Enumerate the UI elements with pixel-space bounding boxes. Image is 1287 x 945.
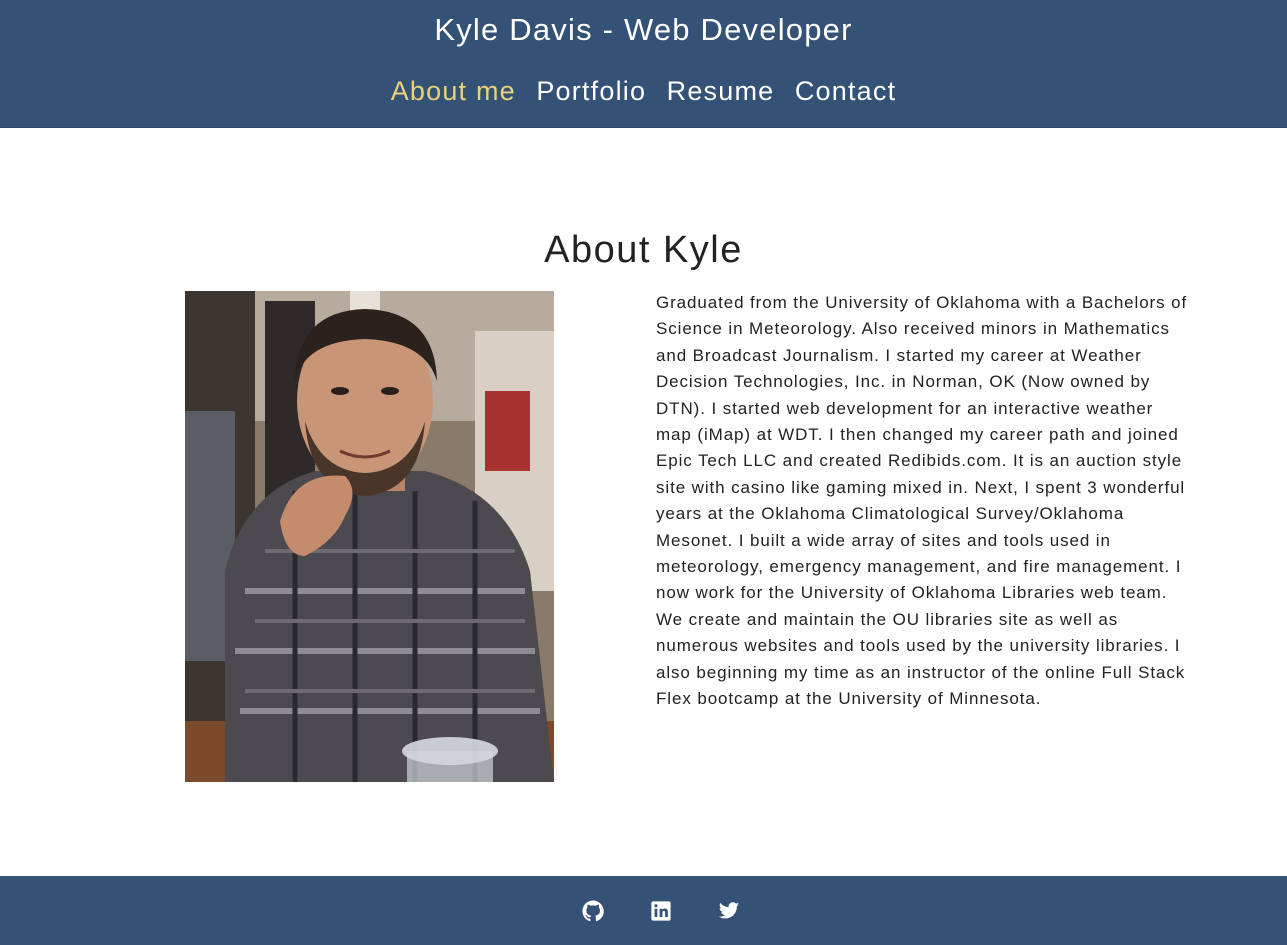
linkedin-link[interactable] <box>650 900 672 922</box>
site-title: Kyle Davis - Web Developer <box>434 12 853 47</box>
nav-about-me[interactable]: About me <box>391 72 516 110</box>
about-bio: Graduated from the University of Oklahom… <box>656 293 1188 709</box>
profile-photo <box>185 291 554 782</box>
nav-resume[interactable]: Resume <box>667 72 775 110</box>
site-footer <box>0 876 1287 945</box>
about-heading: About Kyle <box>544 229 743 271</box>
twitter-icon <box>718 902 740 919</box>
nav-portfolio[interactable]: Portfolio <box>536 72 646 110</box>
site-header: Kyle Davis - Web Developer About me Port… <box>0 0 1287 128</box>
nav-contact[interactable]: Contact <box>795 72 896 110</box>
twitter-link[interactable] <box>718 900 740 922</box>
github-link[interactable] <box>582 900 604 922</box>
main-nav: About me Portfolio Resume Contact <box>0 72 1287 110</box>
github-icon <box>582 900 604 922</box>
linkedin-icon <box>651 901 671 921</box>
